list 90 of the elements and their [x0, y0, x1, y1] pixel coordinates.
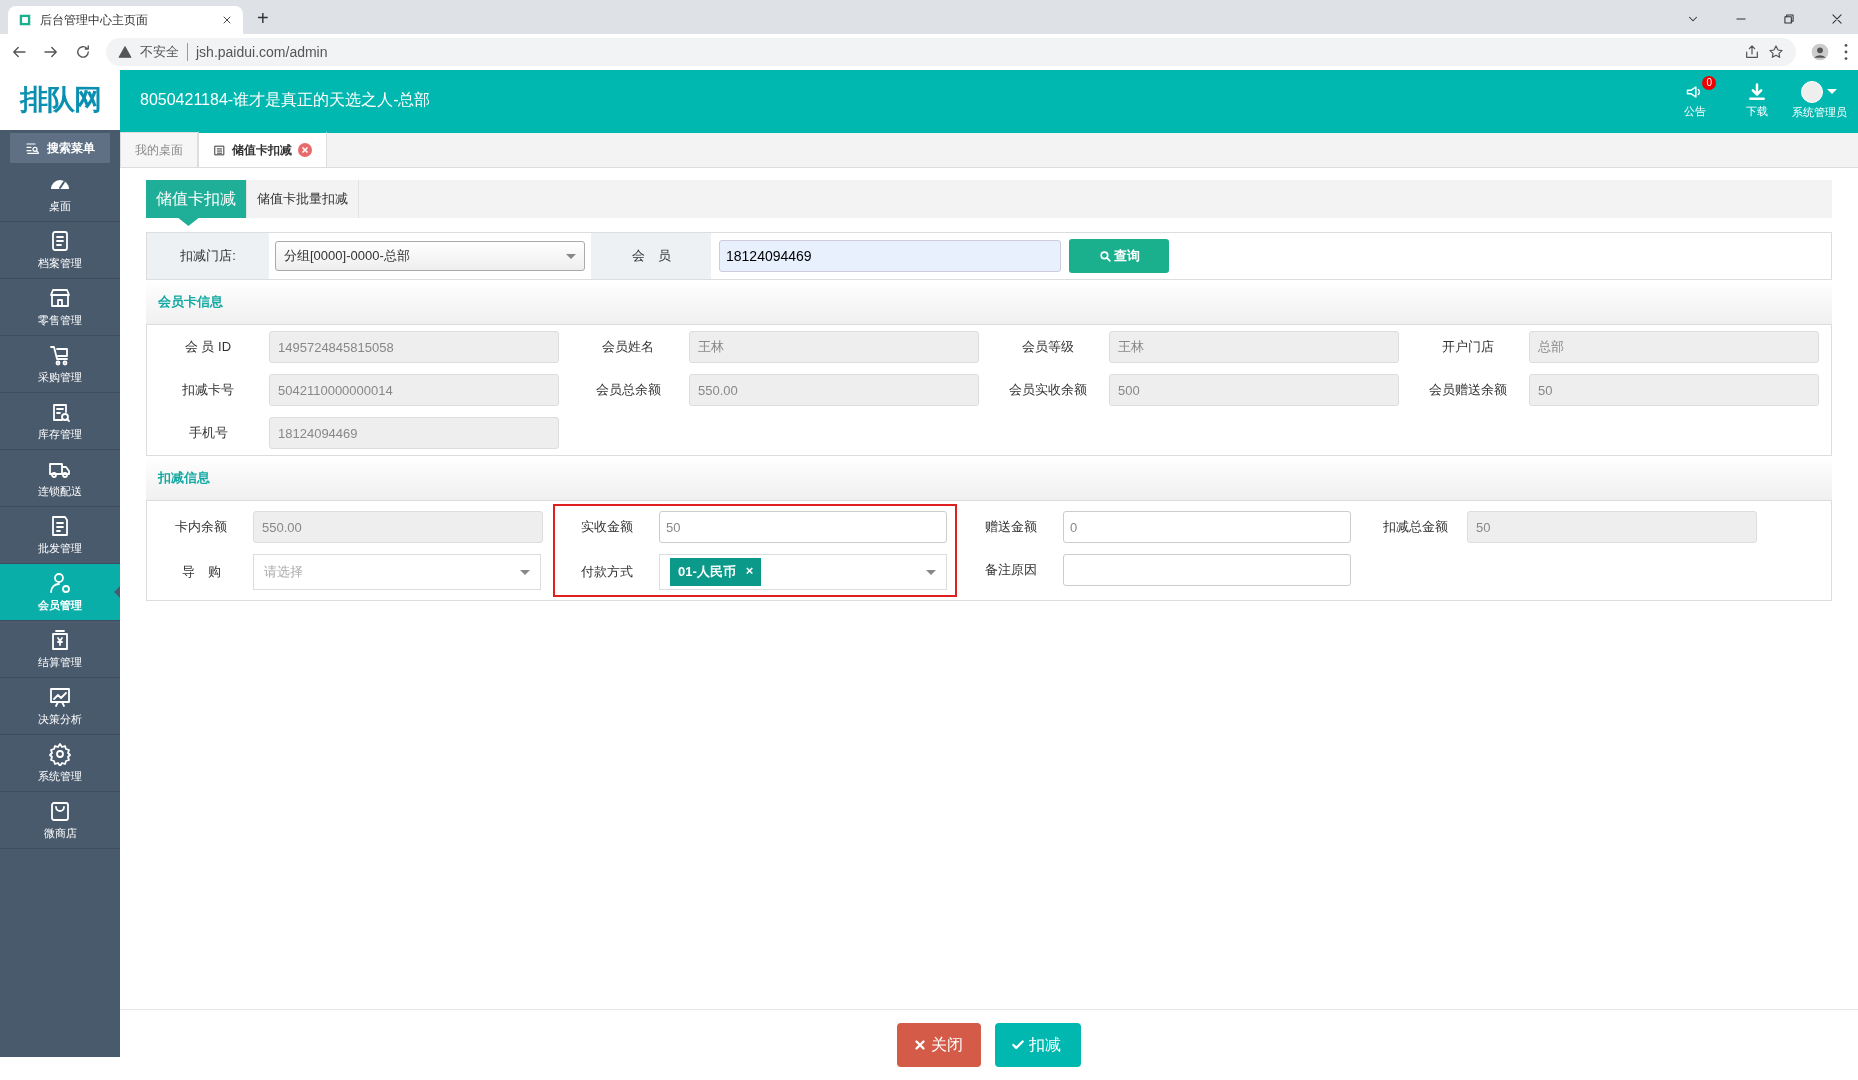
sub-tab[interactable]: 储值卡批量扣减 — [247, 180, 359, 218]
reload-icon — [74, 43, 92, 61]
selected-tag: 01-人民币 × — [670, 558, 762, 586]
page-icon — [18, 13, 32, 27]
field-label: 会员等级 — [1021, 338, 1075, 356]
profile-icon — [1810, 42, 1830, 62]
store-icon — [48, 286, 72, 310]
sidebar-item[interactable]: 桌面 — [0, 165, 120, 222]
readonly-field: 5042110000000014 — [269, 374, 559, 406]
field-label: 赠送金额 — [984, 518, 1038, 536]
page-tab[interactable]: 储值卡扣减 — [198, 131, 327, 167]
search-list-icon — [25, 140, 41, 156]
caret-icon — [520, 569, 530, 575]
member-icon — [48, 571, 72, 595]
member-label: 会 员 — [631, 247, 671, 265]
field-label: 卡内余额 — [174, 518, 228, 536]
input-field[interactable]: 0 — [1063, 511, 1351, 543]
logo: 排队网 — [0, 70, 120, 130]
avatar[interactable] — [1801, 80, 1823, 103]
field-label: 扣减卡号 — [181, 381, 235, 399]
readonly-field: 50 — [1467, 511, 1757, 543]
readonly-field: 总部 — [1529, 331, 1819, 363]
field-label: 开户门店 — [1441, 338, 1495, 356]
sidebar-item[interactable]: 库存管理 — [0, 393, 120, 450]
caret-icon — [566, 253, 576, 259]
store-select[interactable]: 分组[0000]-0000-总部 — [275, 241, 585, 271]
readonly-field: 1495724845815058 — [269, 331, 559, 363]
new-tab-button[interactable]: + — [249, 7, 277, 34]
security-label: 不安全 — [140, 43, 188, 61]
page-tab[interactable]: 我的桌面 — [120, 132, 198, 167]
sidebar-item[interactable]: 连锁配送 — [0, 450, 120, 507]
field-label: 会员实收余额 — [1008, 381, 1088, 399]
search-icon — [1098, 249, 1112, 263]
sidebar-item[interactable]: 采购管理 — [0, 336, 120, 393]
url-text: jsh.paidui.com/admin — [196, 44, 328, 60]
caret-icon — [1827, 89, 1837, 94]
readonly-field: 18124094469 — [269, 417, 559, 449]
close-icon — [1830, 12, 1844, 26]
readonly-field: 王林 — [1109, 331, 1399, 363]
search-menu-button[interactable]: 搜索菜单 — [10, 133, 110, 163]
restore-icon — [1782, 12, 1796, 26]
member-field[interactable]: 18124094469 — [719, 240, 1061, 272]
sidebar-item[interactable]: 结算管理 — [0, 621, 120, 678]
warning-icon — [118, 45, 132, 59]
header-title: 8050421184-谁才是真正的天选之人-总部 — [140, 89, 432, 110]
field-label: 扣减总金额 — [1381, 518, 1449, 536]
chart-board-icon — [48, 685, 72, 709]
section-title: 扣减信息 — [158, 469, 210, 487]
readonly-field: 500 — [1109, 374, 1399, 406]
field-label: 备注原因 — [984, 561, 1038, 579]
sidebar-item[interactable]: 零售管理 — [0, 279, 120, 336]
field-label: 付款方式 — [580, 563, 634, 581]
download-icon — [1747, 81, 1767, 102]
placeholder-text: 请选择 — [264, 563, 303, 581]
browser-tab[interactable]: 后台管理中心主页面 — [8, 6, 243, 34]
input-field[interactable] — [1063, 554, 1351, 586]
list-icon — [213, 143, 226, 157]
check-icon — [1011, 1038, 1025, 1052]
input-field[interactable]: 50 — [659, 511, 947, 543]
field-label: 实收金额 — [580, 518, 634, 536]
store-label: 扣减门店: — [180, 247, 236, 265]
notification-badge: 0 — [1702, 75, 1716, 90]
readonly-field: 50 — [1529, 374, 1819, 406]
address-bar[interactable]: 不安全 jsh.paidui.com/admin — [106, 38, 1796, 66]
remove-icon[interactable]: × — [745, 563, 754, 581]
section-title: 会员卡信息 — [158, 293, 223, 311]
field-label: 会员总余额 — [594, 381, 662, 399]
gear-icon — [48, 742, 72, 766]
field-label: 会员姓名 — [601, 338, 655, 356]
readonly-field: 550.00 — [689, 374, 979, 406]
close-button[interactable]: 关闭 — [897, 1023, 981, 1067]
sidebar-item[interactable]: 档案管理 — [0, 222, 120, 279]
readonly-field: 550.00 — [253, 511, 543, 543]
sidebar-item[interactable]: 微商店 — [0, 792, 120, 849]
star-icon — [1768, 44, 1784, 60]
share-icon — [1744, 44, 1760, 60]
more-icon — [1844, 44, 1848, 60]
field-label: 手机号 — [187, 424, 229, 442]
field-label: 导 购 — [180, 563, 222, 581]
close-icon[interactable] — [298, 143, 312, 157]
select-field[interactable]: 01-人民币 × — [659, 554, 947, 590]
caret-icon — [926, 569, 936, 575]
field-label: 会员赠送余额 — [1428, 381, 1508, 399]
field-label: 会 员 ID — [183, 338, 233, 356]
shopping-bag-icon — [48, 799, 72, 823]
readonly-field: 王林 — [689, 331, 979, 363]
sidebar-item[interactable]: 系统管理 — [0, 735, 120, 792]
sidebar-item[interactable]: 决策分析 — [0, 678, 120, 735]
close-icon — [221, 14, 233, 26]
x-icon — [913, 1038, 927, 1052]
